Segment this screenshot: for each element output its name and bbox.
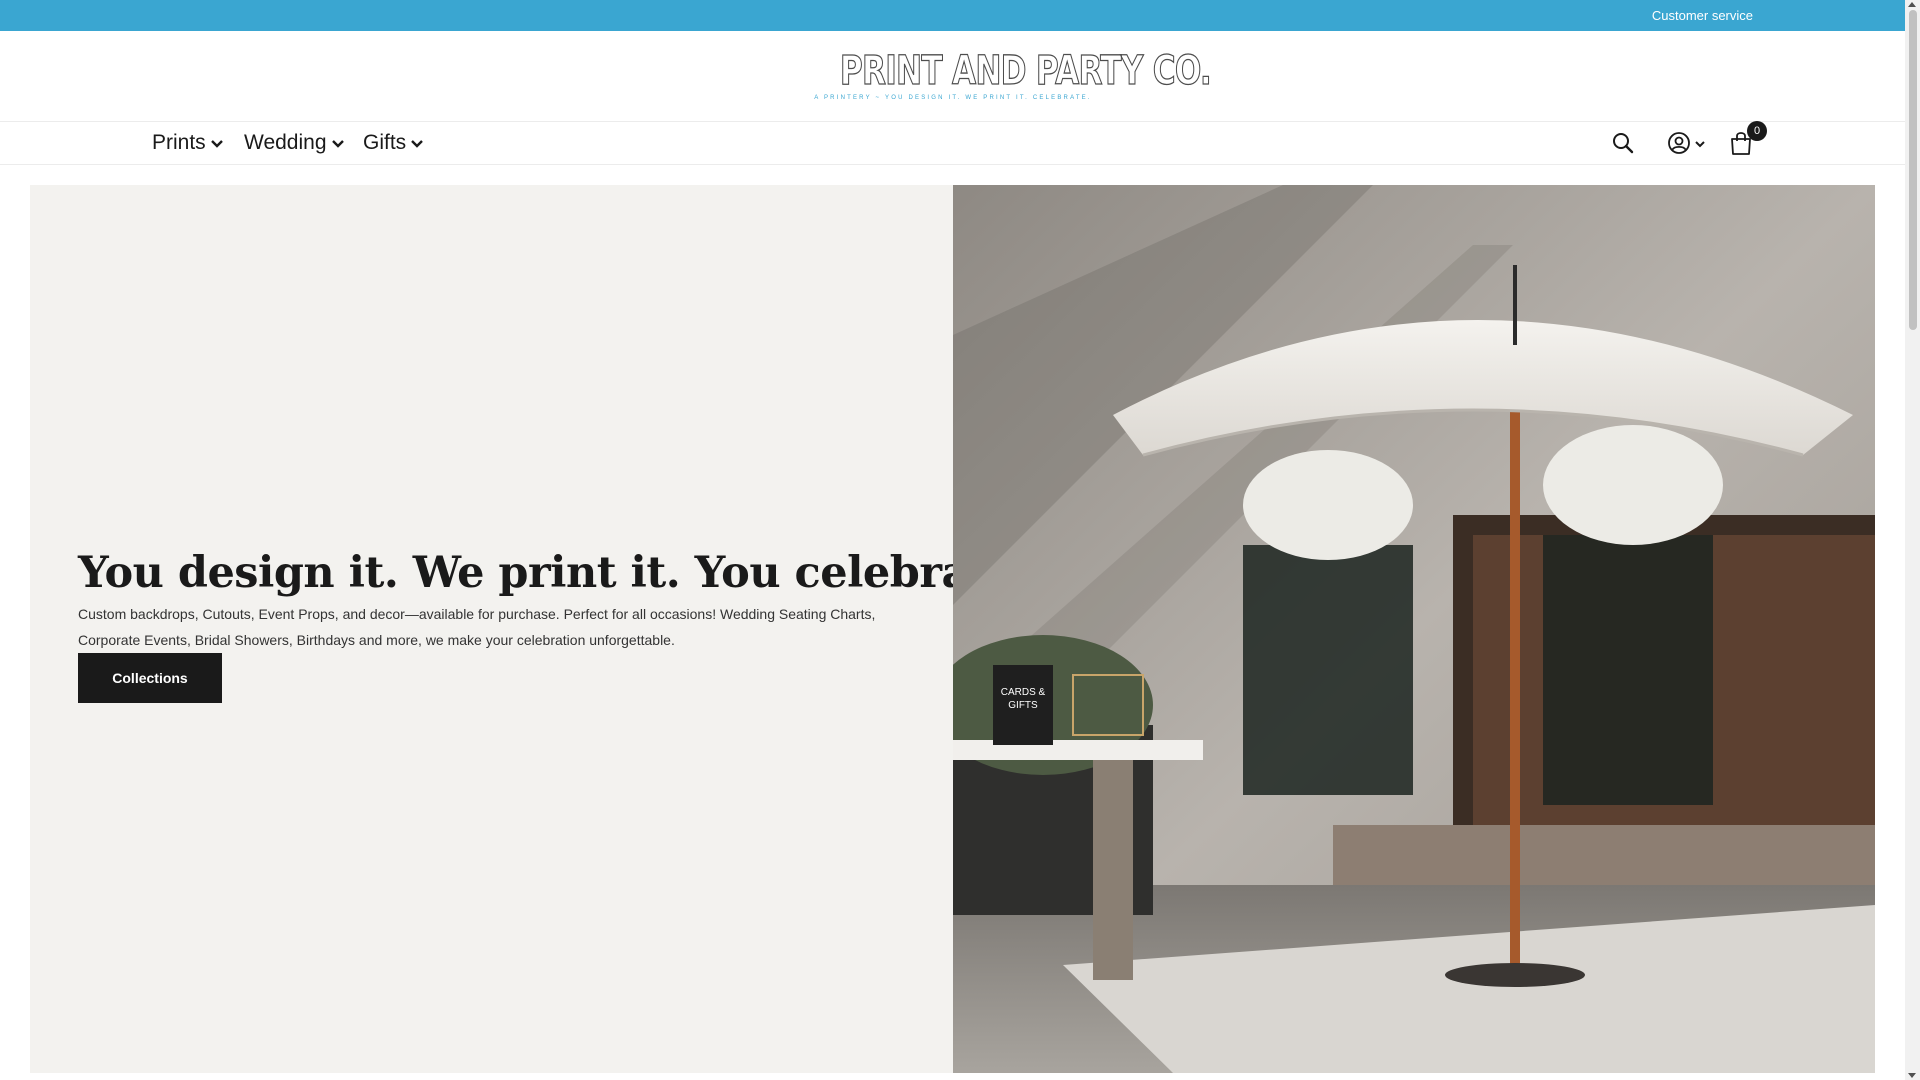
scroll-up-arrow-icon[interactable] [1908,2,1916,7]
page-scrollbar[interactable] [1905,0,1920,1080]
chevron-down-icon [210,140,223,148]
store-logo[interactable]: PRINT AND PARTY CO. A PRINTERY ~ YOU DES… [808,48,1212,111]
nav-item-gifts[interactable]: Gifts [363,131,424,155]
chevron-down-icon [331,140,344,148]
hero-banner: You design it. We print it. You celebrat… [30,185,1875,1073]
nav-item-wedding[interactable]: Wedding [244,131,345,155]
nav-item-label: Gifts [363,131,407,154]
cards-gifts-sign-line2: GIFTS [1008,700,1038,711]
collections-button[interactable]: Collections [78,653,222,703]
cards-gifts-sign: CARDS & [1001,687,1046,698]
hero-image: CARDS & GIFTS [953,185,1875,1073]
nav-item-label: Wedding [244,131,327,154]
chevron-down-icon [1695,141,1705,148]
hero-text-panel: You design it. We print it. You celebrat… [30,185,1030,1073]
hero-photo-umbrella-seating-charts: CARDS & GIFTS [953,185,1875,1073]
account-menu[interactable] [1667,131,1707,155]
announcement-bar: Customer service [0,0,1905,31]
logo-tagline: A PRINTERY ~ YOU DESIGN IT. WE PRINT IT.… [814,95,1092,101]
cart-count-badge: 0 [1747,121,1767,141]
hero-description: Custom backdrops, Cutouts, Event Props, … [78,606,876,648]
hero-title: You design it. We print it. You celebrat… [78,548,1030,598]
chevron-down-icon [411,140,424,148]
customer-service-link[interactable]: Customer service [1652,8,1753,23]
site-header: PRINT AND PARTY CO. A PRINTERY ~ YOU DES… [0,31,1905,122]
logo-wordmark: PRINT AND PARTY CO. [839,48,1212,94]
scrollbar-thumb[interactable] [1909,10,1917,330]
cart-button[interactable]: 0 [1727,121,1767,158]
nav-item-prints[interactable]: Prints [152,131,224,155]
main-nav: Prints Wedding Gifts 0 [0,121,1905,165]
account-icon [1668,132,1690,154]
scroll-down-arrow-icon[interactable] [1908,1073,1916,1078]
nav-item-label: Prints [152,131,206,154]
search-icon[interactable] [1612,132,1634,154]
